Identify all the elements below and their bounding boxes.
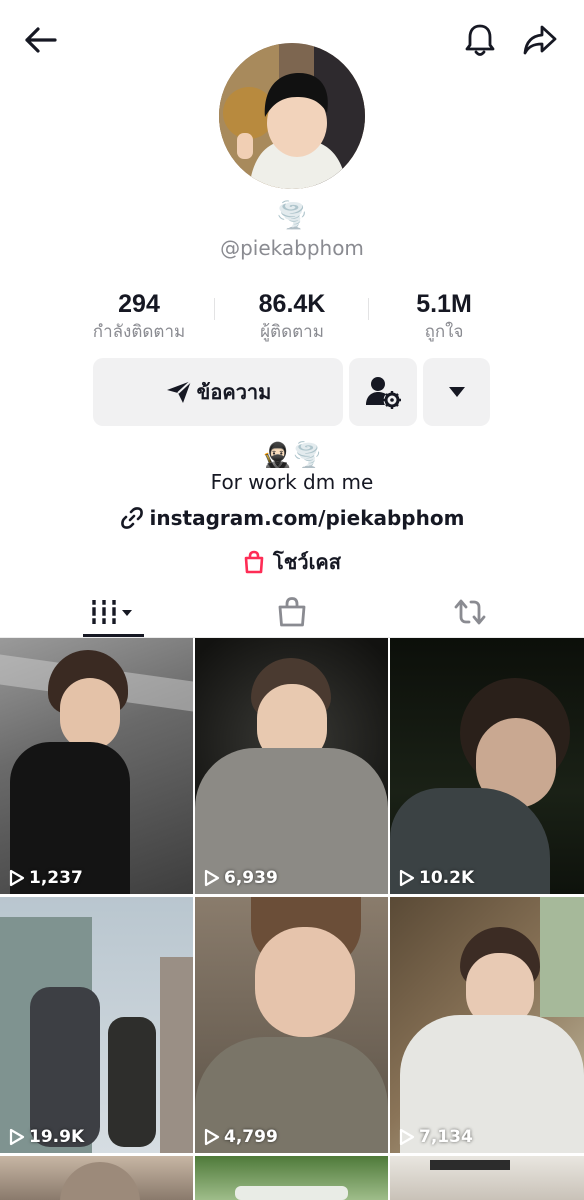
stat-followers-label: ผู้ติดตาม <box>260 322 324 342</box>
bio-text: For work dm me <box>210 470 374 494</box>
video-thumbnail[interactable]: 7,134 <box>390 897 584 1153</box>
view-count-text: 10.2K <box>419 868 475 888</box>
thumbnail-image <box>160 957 193 1153</box>
repost-icon <box>454 599 486 625</box>
view-count-text: 1,237 <box>29 868 83 888</box>
thumbnail-image <box>430 1160 510 1170</box>
person-settings-icon <box>366 377 401 409</box>
shopping-bag-icon <box>244 550 264 574</box>
play-icon <box>204 869 220 887</box>
video-view-count: 6,939 <box>204 868 278 888</box>
caret-down-icon <box>448 387 465 397</box>
back-button[interactable] <box>18 22 62 58</box>
video-view-count: 4,799 <box>204 1127 278 1147</box>
showcase-link[interactable]: โชว์เคส <box>0 546 584 578</box>
video-thumbnail[interactable]: 4,799 <box>195 897 388 1153</box>
send-icon <box>166 380 192 403</box>
view-count-text: 6,939 <box>224 868 278 888</box>
thumbnail-image <box>108 1017 156 1147</box>
video-thumbnail[interactable]: 10.2K <box>390 638 584 894</box>
bell-icon <box>465 24 495 56</box>
message-button[interactable]: ข้อความ <box>93 358 343 426</box>
thumbnail-image <box>30 987 100 1147</box>
avatar[interactable] <box>219 43 365 189</box>
more-dropdown-button[interactable] <box>423 358 490 426</box>
view-count-text: 19.9K <box>29 1127 85 1147</box>
showcase-label: โชว์เคส <box>273 550 341 574</box>
play-icon <box>9 1128 25 1146</box>
video-thumbnail[interactable]: 1,237 <box>0 638 193 894</box>
notifications-button[interactable] <box>458 20 502 60</box>
profile-tabs <box>0 586 584 638</box>
play-icon <box>9 869 25 887</box>
videos-grid-icon <box>90 600 132 624</box>
bio-emoji: 🥷🏻🌪️ <box>262 441 322 469</box>
video-thumbnail[interactable] <box>0 1156 193 1200</box>
play-icon <box>204 1128 220 1146</box>
handle-emoji: 🌪️ <box>275 201 309 231</box>
back-arrow-icon <box>25 27 57 53</box>
video-view-count: 7,134 <box>399 1127 473 1147</box>
link-icon <box>120 507 143 529</box>
bio-link-text: instagram.com/piekabphom <box>149 506 465 530</box>
view-count-text: 4,799 <box>224 1127 278 1147</box>
stat-followers-value: 86.4K <box>258 290 326 318</box>
video-thumbnail[interactable]: 19.9K <box>0 897 193 1153</box>
stat-following-label: กำลังติดตาม <box>92 322 186 342</box>
share-button[interactable] <box>516 20 564 60</box>
active-tab-indicator <box>83 634 144 637</box>
stat-divider <box>368 298 369 320</box>
video-view-count: 10.2K <box>399 868 474 888</box>
stat-likes-value: 5.1M <box>416 290 472 318</box>
follow-settings-button[interactable] <box>349 358 417 426</box>
stat-followers[interactable]: 86.4K ผู้ติดตาม <box>217 288 367 344</box>
stat-following-value: 294 <box>118 290 160 318</box>
avatar-image <box>219 43 365 189</box>
stat-divider <box>214 298 215 320</box>
thumbnail-image <box>255 927 355 1037</box>
video-thumbnail[interactable]: 6,939 <box>195 638 388 894</box>
share-icon <box>523 25 557 55</box>
video-view-count: 19.9K <box>9 1127 84 1147</box>
shopping-bag-icon <box>278 597 306 627</box>
tab-shop[interactable] <box>260 586 324 638</box>
stats-row: 294 กำลังติดตาม 86.4K ผู้ติดตาม 5.1M ถูก… <box>0 288 584 348</box>
tab-videos[interactable] <box>80 586 144 638</box>
view-count-text: 7,134 <box>419 1127 473 1147</box>
play-icon <box>399 1128 415 1146</box>
video-thumbnail[interactable] <box>390 1156 584 1200</box>
message-button-label: ข้อความ <box>196 380 272 404</box>
stat-likes[interactable]: 5.1M ถูกใจ <box>369 288 519 344</box>
video-view-count: 1,237 <box>9 868 83 888</box>
tab-reposts[interactable] <box>438 586 502 638</box>
stat-following[interactable]: 294 กำลังติดตาม <box>64 288 214 344</box>
stat-likes-label: ถูกใจ <box>424 322 464 342</box>
thumbnail-image <box>60 678 120 750</box>
thumbnail-image <box>540 897 584 1017</box>
video-thumbnail[interactable] <box>195 1156 388 1200</box>
bio-link[interactable]: instagram.com/piekabphom <box>0 506 584 530</box>
username-handle: @piekabphom <box>220 236 364 260</box>
thumbnail-image <box>235 1186 348 1200</box>
play-icon <box>399 869 415 887</box>
